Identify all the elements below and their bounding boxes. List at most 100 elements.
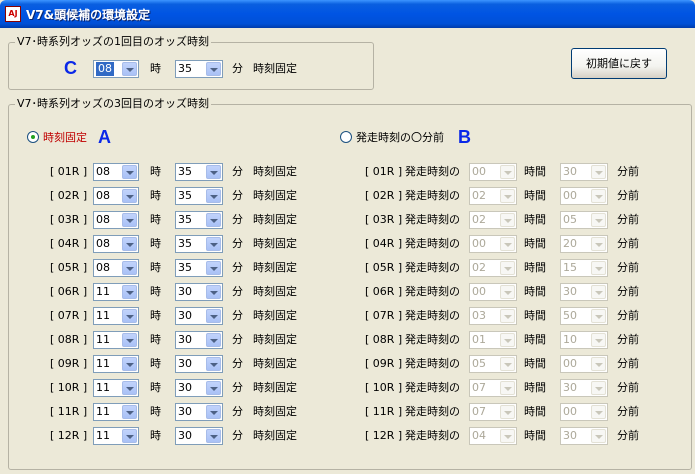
chevron-down-icon[interactable] xyxy=(500,237,515,251)
relative-minute-select[interactable]: 00 xyxy=(560,355,608,373)
relative-hour-select[interactable]: 00 xyxy=(469,283,517,301)
chevron-down-icon[interactable] xyxy=(500,189,515,203)
relative-time-radio[interactable] xyxy=(340,131,352,143)
chevron-down-icon[interactable] xyxy=(591,309,606,323)
chevron-down-icon[interactable] xyxy=(122,213,137,227)
chevron-down-icon[interactable] xyxy=(122,405,137,419)
race-minute-select[interactable]: 35 xyxy=(175,187,223,205)
relative-minute-select[interactable]: 10 xyxy=(560,331,608,349)
race-hour-select[interactable]: 08 xyxy=(93,211,139,229)
chevron-down-icon[interactable] xyxy=(591,429,606,443)
race-hour-select[interactable]: 08 xyxy=(93,259,139,277)
chevron-down-icon[interactable] xyxy=(500,165,515,179)
race-minute-select[interactable]: 30 xyxy=(175,331,223,349)
chevron-down-icon[interactable] xyxy=(122,189,137,203)
chevron-down-icon[interactable] xyxy=(206,429,221,443)
race-minute-select[interactable]: 30 xyxy=(175,307,223,325)
chevron-down-icon[interactable] xyxy=(591,285,606,299)
chevron-down-icon[interactable] xyxy=(206,309,221,323)
race-hour-select[interactable]: 11 xyxy=(93,379,139,397)
relative-minute-select[interactable]: 30 xyxy=(560,283,608,301)
chevron-down-icon[interactable] xyxy=(591,165,606,179)
chevron-down-icon[interactable] xyxy=(122,237,137,251)
chevron-down-icon[interactable] xyxy=(122,381,137,395)
relative-hour-select[interactable]: 04 xyxy=(469,427,517,445)
chevron-down-icon[interactable] xyxy=(206,213,221,227)
relative-hour-select[interactable]: 02 xyxy=(469,187,517,205)
race-minute-select[interactable]: 35 xyxy=(175,211,223,229)
relative-hour-select[interactable]: 02 xyxy=(469,259,517,277)
chevron-down-icon[interactable] xyxy=(591,405,606,419)
race-hour-select[interactable]: 08 xyxy=(93,235,139,253)
chevron-down-icon[interactable] xyxy=(206,357,221,371)
relative-hour-select[interactable]: 02 xyxy=(469,211,517,229)
relative-hour-select[interactable]: 03 xyxy=(469,307,517,325)
chevron-down-icon[interactable] xyxy=(206,285,221,299)
chevron-down-icon[interactable] xyxy=(206,237,221,251)
race-hour-select[interactable]: 08 xyxy=(93,163,139,181)
chevron-down-icon[interactable] xyxy=(591,357,606,371)
chevron-down-icon[interactable] xyxy=(500,405,515,419)
race-minute-select[interactable]: 35 xyxy=(175,259,223,277)
relative-hour-select[interactable]: 00 xyxy=(469,235,517,253)
chevron-down-icon[interactable] xyxy=(500,261,515,275)
chevron-down-icon[interactable] xyxy=(206,189,221,203)
race-minute-select[interactable]: 30 xyxy=(175,355,223,373)
relative-hour-select[interactable]: 07 xyxy=(469,403,517,421)
relative-minute-select[interactable]: 00 xyxy=(560,187,608,205)
chevron-down-icon[interactable] xyxy=(500,285,515,299)
chevron-down-icon[interactable] xyxy=(122,285,137,299)
fixed-time-radio-label[interactable]: 時刻固定 xyxy=(43,131,87,145)
chevron-down-icon[interactable] xyxy=(206,261,221,275)
race-minute-select[interactable]: 35 xyxy=(175,235,223,253)
first-odds-minute-select[interactable]: 35 xyxy=(175,60,223,78)
relative-minute-select[interactable]: 30 xyxy=(560,163,608,181)
relative-minute-select[interactable]: 15 xyxy=(560,259,608,277)
relative-minute-select[interactable]: 00 xyxy=(560,403,608,421)
reset-defaults-button[interactable]: 初期値に戻す xyxy=(571,48,667,79)
title-bar[interactable]: AJ V7&頭候補の環境設定 xyxy=(0,0,695,28)
chevron-down-icon[interactable] xyxy=(500,213,515,227)
race-hour-select[interactable]: 08 xyxy=(93,187,139,205)
chevron-down-icon[interactable] xyxy=(122,165,137,179)
race-hour-select[interactable]: 11 xyxy=(93,427,139,445)
chevron-down-icon[interactable] xyxy=(122,357,137,371)
chevron-down-icon[interactable] xyxy=(500,429,515,443)
race-minute-select[interactable]: 30 xyxy=(175,427,223,445)
chevron-down-icon[interactable] xyxy=(591,333,606,347)
chevron-down-icon[interactable] xyxy=(500,357,515,371)
race-hour-select[interactable]: 11 xyxy=(93,307,139,325)
chevron-down-icon[interactable] xyxy=(122,429,137,443)
relative-hour-select[interactable]: 01 xyxy=(469,331,517,349)
relative-hour-select[interactable]: 05 xyxy=(469,355,517,373)
race-minute-select[interactable]: 30 xyxy=(175,379,223,397)
chevron-down-icon[interactable] xyxy=(591,237,606,251)
relative-hour-select[interactable]: 07 xyxy=(469,379,517,397)
chevron-down-icon[interactable] xyxy=(500,381,515,395)
chevron-down-icon[interactable] xyxy=(206,62,221,76)
race-hour-select[interactable]: 11 xyxy=(93,355,139,373)
relative-hour-select[interactable]: 00 xyxy=(469,163,517,181)
race-minute-select[interactable]: 30 xyxy=(175,403,223,421)
race-minute-select[interactable]: 35 xyxy=(175,163,223,181)
chevron-down-icon[interactable] xyxy=(206,165,221,179)
chevron-down-icon[interactable] xyxy=(122,333,137,347)
relative-time-radio-label[interactable]: 発走時刻の〇分前 xyxy=(356,131,444,145)
first-odds-hour-select[interactable]: 08 xyxy=(93,60,139,78)
race-hour-select[interactable]: 11 xyxy=(93,403,139,421)
chevron-down-icon[interactable] xyxy=(591,189,606,203)
chevron-down-icon[interactable] xyxy=(206,405,221,419)
relative-minute-select[interactable]: 30 xyxy=(560,427,608,445)
chevron-down-icon[interactable] xyxy=(122,62,137,76)
chevron-down-icon[interactable] xyxy=(122,309,137,323)
relative-minute-select[interactable]: 30 xyxy=(560,379,608,397)
fixed-time-radio[interactable] xyxy=(27,131,39,143)
race-minute-select[interactable]: 30 xyxy=(175,283,223,301)
chevron-down-icon[interactable] xyxy=(500,309,515,323)
chevron-down-icon[interactable] xyxy=(591,261,606,275)
chevron-down-icon[interactable] xyxy=(591,381,606,395)
chevron-down-icon[interactable] xyxy=(206,333,221,347)
chevron-down-icon[interactable] xyxy=(206,381,221,395)
relative-minute-select[interactable]: 05 xyxy=(560,211,608,229)
race-hour-select[interactable]: 11 xyxy=(93,283,139,301)
